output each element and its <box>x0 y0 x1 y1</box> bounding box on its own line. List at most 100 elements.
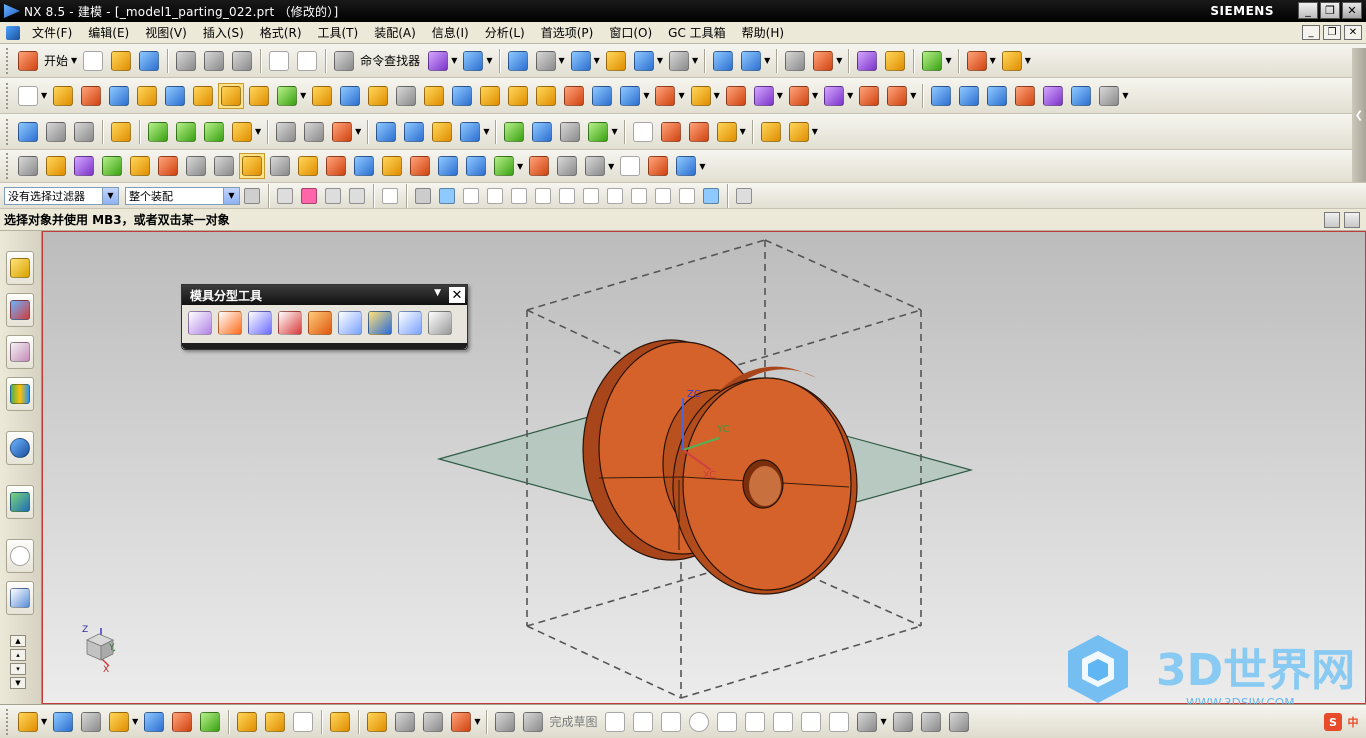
wrench-icon[interactable] <box>211 153 237 179</box>
move-component-icon[interactable] <box>738 48 764 74</box>
chevron-down-icon[interactable]: ▼ <box>657 56 663 65</box>
assembly-tree-icon[interactable] <box>50 709 76 735</box>
mold-csys-icon[interactable] <box>71 153 97 179</box>
make-corner-icon[interactable] <box>946 709 972 735</box>
cluster-icon[interactable] <box>714 119 740 145</box>
wave-link-icon[interactable] <box>327 709 353 735</box>
chevron-down-icon[interactable]: ▼ <box>608 162 614 171</box>
ejector-pin-icon[interactable] <box>323 153 349 179</box>
toolbar-grip[interactable] <box>6 118 10 145</box>
chevron-down-icon[interactable]: ▼ <box>102 187 118 204</box>
datum-plane-icon[interactable] <box>329 119 355 145</box>
chamfer-sketch-icon[interactable] <box>742 709 768 735</box>
chevron-down-icon[interactable]: ▼ <box>910 91 916 100</box>
menu-window[interactable]: 窗口(O) <box>601 22 660 44</box>
define-cavity-core-icon[interactable] <box>338 311 362 335</box>
chevron-down-icon[interactable]: ▼ <box>945 56 951 65</box>
floating-toolbar-titlebar[interactable]: 模具分型工具 ▼ ✕ <box>182 285 467 305</box>
snap-icon[interactable] <box>854 48 880 74</box>
menu-tools[interactable]: 工具(T) <box>310 22 367 44</box>
menu-gc-toolkit[interactable]: GC 工具箱 <box>660 22 734 44</box>
chevron-down-icon[interactable]: ▼ <box>594 56 600 65</box>
select-all-icon[interactable] <box>412 185 434 207</box>
mold-wizard-icon[interactable] <box>15 119 41 145</box>
surface-offset-icon[interactable] <box>984 83 1010 109</box>
table-icon[interactable] <box>658 119 684 145</box>
crosshair-icon[interactable] <box>686 119 712 145</box>
move-part-icon[interactable] <box>141 709 167 735</box>
new-file-icon[interactable] <box>80 48 106 74</box>
save-icon[interactable] <box>136 48 162 74</box>
extrude-icon[interactable] <box>50 83 76 109</box>
resize-face-icon[interactable] <box>786 83 812 109</box>
chevron-down-icon[interactable]: ▼ <box>451 56 457 65</box>
gear-pair-icon[interactable] <box>786 119 812 145</box>
select-curve-icon[interactable] <box>322 185 344 207</box>
snap-center-icon[interactable] <box>604 185 626 207</box>
status-icon[interactable] <box>1324 212 1340 228</box>
chevron-down-icon[interactable]: ▼ <box>847 91 853 100</box>
menu-help[interactable]: 帮助(H) <box>734 22 792 44</box>
menu-information[interactable]: 信息(I) <box>424 22 477 44</box>
cooling-icon[interactable] <box>463 153 489 179</box>
view-orient-icon[interactable] <box>631 48 657 74</box>
chevron-down-icon[interactable]: ▼ <box>699 162 705 171</box>
region-analysis-icon[interactable] <box>188 311 212 335</box>
sketch-task-icon[interactable] <box>492 709 518 735</box>
scroll-down-small-icon[interactable]: ▾ <box>10 663 26 675</box>
chevron-down-icon[interactable]: ▼ <box>434 288 441 298</box>
axis-icon[interactable] <box>585 119 611 145</box>
circle-icon[interactable] <box>686 709 712 735</box>
chevron-down-icon[interactable]: ▼ <box>355 127 361 136</box>
split-body-icon[interactable] <box>449 83 475 109</box>
sequence-icon[interactable] <box>290 709 316 735</box>
shrinkage-icon[interactable] <box>99 153 125 179</box>
surface-extend-icon[interactable] <box>1040 83 1066 109</box>
datum-axis-icon[interactable] <box>964 48 990 74</box>
chamfer-icon[interactable] <box>337 83 363 109</box>
tag-icon[interactable] <box>108 119 134 145</box>
bom-icon[interactable] <box>554 153 580 179</box>
surface-trim-icon[interactable] <box>1012 83 1038 109</box>
sub-insert-icon[interactable] <box>379 153 405 179</box>
ime-chinese-icon[interactable]: 中 <box>1344 713 1362 731</box>
assembly-constraint-icon[interactable] <box>169 709 195 735</box>
box-group-icon[interactable] <box>448 709 474 735</box>
cut-icon[interactable] <box>173 48 199 74</box>
motion-icon[interactable] <box>919 48 945 74</box>
mdi-minimize-button[interactable]: _ <box>1302 25 1320 40</box>
chevron-down-icon[interactable]: ▼ <box>486 56 492 65</box>
copy-icon[interactable] <box>201 48 227 74</box>
web-browser-icon[interactable] <box>6 485 34 519</box>
mdi-close-button[interactable]: ✕ <box>1344 25 1362 40</box>
surface-sew-icon[interactable] <box>1068 83 1094 109</box>
pocket-icon[interactable] <box>218 82 245 109</box>
layer-icon[interactable] <box>603 48 629 74</box>
snap-quadrant-icon[interactable] <box>628 185 650 207</box>
mdi-restore-button[interactable]: ❐ <box>1323 25 1341 40</box>
binoculars-icon[interactable] <box>331 48 357 74</box>
cut-tool-icon[interactable] <box>457 119 483 145</box>
surface-patch-icon[interactable] <box>1096 83 1122 109</box>
filter-icon[interactable] <box>241 185 263 207</box>
synchronous-icon[interactable] <box>751 83 777 109</box>
parting-icon[interactable] <box>425 48 451 74</box>
assembly-icon[interactable] <box>710 48 736 74</box>
chevron-down-icon[interactable]: ▼ <box>223 187 239 204</box>
snap-body-icon[interactable] <box>436 185 458 207</box>
measure-icon[interactable] <box>999 48 1025 74</box>
molded-part[interactable] <box>582 339 858 595</box>
studio-spline-icon[interactable] <box>798 709 824 735</box>
spring-icon[interactable] <box>373 119 399 145</box>
sweep-icon[interactable] <box>533 83 559 109</box>
fillet-icon[interactable] <box>714 709 740 735</box>
render-style-icon[interactable] <box>533 48 559 74</box>
check-geometry-icon[interactable] <box>145 119 171 145</box>
document-list-icon[interactable] <box>673 153 699 179</box>
mold-tools-icon[interactable] <box>183 153 209 179</box>
triangle-icon[interactable] <box>630 119 656 145</box>
rectangle-select-icon[interactable] <box>379 185 401 207</box>
chevron-down-icon[interactable]: ▼ <box>300 91 306 100</box>
chevron-down-icon[interactable]: ▼ <box>836 56 842 65</box>
open-folder-icon[interactable] <box>108 48 134 74</box>
